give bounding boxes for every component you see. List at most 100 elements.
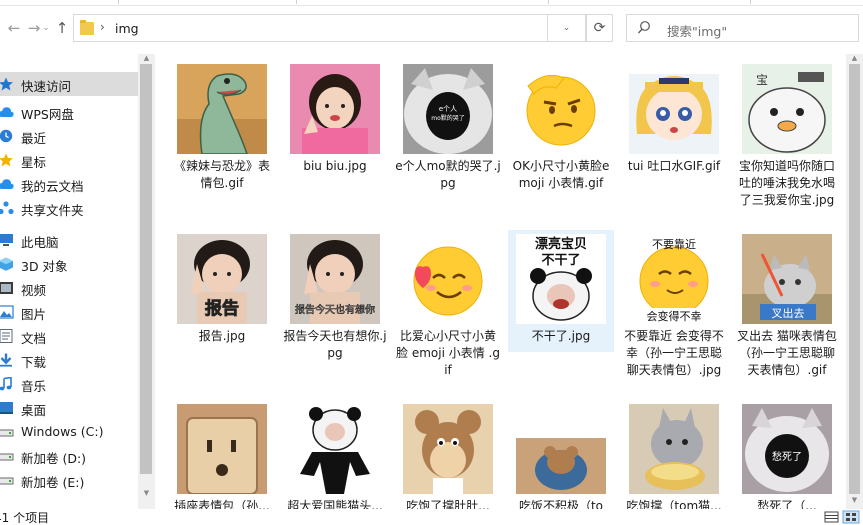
file-name[interactable]: 比爱心小尺寸小黄脸 emoji 小表情 .gif bbox=[395, 328, 501, 379]
sidebar-scrollbar-thumb[interactable] bbox=[140, 64, 152, 474]
file-thumbnail[interactable] bbox=[290, 404, 380, 494]
file-name[interactable]: 不要靠近 会变得不幸（孙一宁王思聪聊天表情包）.jpg bbox=[621, 328, 727, 379]
scroll-up-arrow-icon[interactable]: ▲ bbox=[138, 54, 155, 64]
file-thumbnail[interactable]: 愁死了 bbox=[742, 404, 832, 494]
sidebar-item-label: 最近 bbox=[21, 131, 47, 146]
file-list-scrollbar[interactable]: ▲ ▼ bbox=[846, 54, 863, 509]
document-icon bbox=[0, 329, 14, 343]
sidebar-item-label: 视频 bbox=[21, 283, 47, 298]
file-name[interactable]: e个人mo默的哭了.jpg bbox=[395, 158, 501, 192]
file-thumbnail[interactable] bbox=[629, 64, 719, 154]
file-name[interactable]: 吃饱了撑肚肚... bbox=[395, 498, 501, 509]
search-box[interactable]: 搜索"img" bbox=[626, 14, 859, 42]
file-thumbnail[interactable] bbox=[177, 64, 267, 154]
file-thumbnail[interactable] bbox=[177, 404, 267, 494]
recent-locations-chevron-icon[interactable]: ⌄ bbox=[40, 16, 52, 40]
address-dropdown-chevron-icon[interactable]: ⌄ bbox=[548, 14, 586, 42]
sidebar-item[interactable]: 音乐 bbox=[0, 372, 138, 396]
file-name[interactable]: 插座表情包（孙... bbox=[169, 498, 275, 509]
svg-text:会变得不幸: 会变得不幸 bbox=[647, 309, 702, 323]
sidebar-item-label: 图片 bbox=[21, 307, 47, 322]
up-arrow-icon[interactable]: ↑ bbox=[52, 16, 72, 40]
file-thumbnail[interactable]: 漂亮宝贝 不干了 bbox=[516, 234, 606, 324]
sidebar-item-label: 星标 bbox=[21, 155, 47, 170]
file-name[interactable]: 愁死了（... bbox=[734, 498, 840, 509]
scroll-down-arrow-icon[interactable]: ▼ bbox=[846, 496, 863, 506]
sidebar-item-label: Windows (C:) bbox=[21, 424, 104, 439]
sidebar-item-label: 文档 bbox=[21, 331, 47, 346]
file-explorer-window: ← → ⌄ ↑ › img ⌄ ⟳ 搜索"img" 快速访问 WPS网盘 最近 星标我… bbox=[0, 0, 863, 525]
breadcrumb-current-folder[interactable]: img bbox=[115, 21, 139, 36]
file-name[interactable]: 吃饭不积极（tom... bbox=[508, 498, 614, 509]
sidebar-item-label: 我的云文档 bbox=[21, 179, 84, 194]
file-thumbnail[interactable] bbox=[629, 404, 719, 494]
view-toggle-icons[interactable] bbox=[824, 510, 860, 524]
back-arrow-icon[interactable]: ← bbox=[4, 16, 24, 40]
picture-icon bbox=[0, 305, 14, 319]
search-icon bbox=[638, 21, 650, 34]
file-thumbnail[interactable]: 报告 bbox=[177, 234, 267, 324]
sidebar-item[interactable]: 此电脑 bbox=[0, 228, 138, 252]
file-name[interactable]: tui 吐口水GIF.gif bbox=[621, 158, 727, 175]
file-name[interactable]: 吃饱撑（tom猫... bbox=[621, 498, 727, 509]
sidebar-item[interactable]: 最近 bbox=[0, 124, 138, 148]
sidebar-item[interactable]: 视频 bbox=[0, 276, 138, 300]
sidebar-item-label: 音乐 bbox=[21, 379, 47, 394]
file-name[interactable]: 《辣妹与恐龙》表情包.gif bbox=[169, 158, 275, 192]
svg-text:愁死了: 愁死了 bbox=[772, 450, 802, 463]
sidebar-item[interactable]: 新加卷 (D:) bbox=[0, 444, 138, 468]
file-thumbnail[interactable]: 宝 bbox=[742, 64, 832, 154]
scroll-down-arrow-icon[interactable]: ▼ bbox=[138, 489, 155, 499]
file-name[interactable]: 报告今天也有想你.jpg bbox=[282, 328, 388, 362]
file-name[interactable]: OK小尺寸小黄脸emoji 小表情.gif bbox=[508, 158, 614, 192]
music-icon bbox=[0, 376, 14, 391]
sidebar-item-label: WPS网盘 bbox=[21, 107, 74, 122]
sidebar-item[interactable]: 图片 bbox=[0, 300, 138, 324]
sidebar-item[interactable]: 快速访问 bbox=[0, 72, 138, 96]
file-thumbnail[interactable] bbox=[516, 404, 606, 494]
file-name[interactable]: biu biu.jpg bbox=[282, 158, 388, 175]
sidebar-item[interactable]: 桌面 bbox=[0, 396, 138, 420]
file-name[interactable]: 报告.jpg bbox=[169, 328, 275, 345]
file-list-scrollbar-thumb[interactable] bbox=[849, 64, 860, 494]
svg-text:报告: 报告 bbox=[205, 298, 239, 319]
file-thumbnail[interactable] bbox=[516, 64, 606, 154]
file-thumbnail[interactable]: e个人 mo默的哭了 bbox=[403, 64, 493, 154]
svg-text:不要靠近: 不要靠近 bbox=[652, 237, 696, 251]
sidebar-item[interactable]: 下载 bbox=[0, 348, 138, 372]
sidebar-item[interactable]: 我的云文档 bbox=[0, 172, 138, 196]
file-thumbnail[interactable]: 不要靠近 会变得不幸 bbox=[629, 234, 719, 324]
address-bar[interactable]: › img bbox=[73, 14, 548, 42]
sidebar-item-label: 桌面 bbox=[21, 403, 47, 418]
desktop-icon bbox=[0, 401, 14, 415]
file-name[interactable]: 叉出去 猫咪表情包（孙一宁王思聪聊天表情包）.gif bbox=[734, 328, 840, 379]
sidebar-item-label: 共享文件夹 bbox=[21, 203, 84, 218]
video-icon bbox=[0, 281, 14, 295]
svg-text:漂亮宝贝: 漂亮宝贝 bbox=[535, 236, 587, 252]
sidebar-item[interactable]: 新加卷 (E:) bbox=[0, 468, 138, 492]
file-name[interactable]: 宝你知道吗你随口吐的唾沫我免水喝了三我爱你宝.jpg bbox=[734, 158, 840, 209]
file-name[interactable]: 超大爱国熊猫头... bbox=[282, 498, 388, 509]
sidebar-scrollbar[interactable]: ▲ ▼ bbox=[138, 54, 155, 509]
sidebar-item[interactable]: 共享文件夹 bbox=[0, 196, 138, 220]
cloud-icon bbox=[0, 105, 14, 119]
file-thumbnail[interactable]: 报告今天也有想你 bbox=[290, 234, 380, 324]
sidebar-item[interactable]: 3D 对象 bbox=[0, 252, 138, 276]
sidebar-item-label: 3D 对象 bbox=[21, 259, 68, 274]
sidebar-item[interactable]: Windows (C:) bbox=[0, 420, 138, 444]
file-thumbnail[interactable] bbox=[290, 64, 380, 154]
file-thumbnail[interactable] bbox=[403, 404, 493, 494]
sidebar-item[interactable]: WPS网盘 bbox=[0, 100, 138, 124]
file-thumbnail[interactable]: 叉出去 bbox=[742, 234, 832, 324]
folder-icon bbox=[80, 20, 94, 35]
star-icon bbox=[0, 77, 14, 91]
sidebar-item-label: 新加卷 (D:) bbox=[21, 451, 87, 466]
computer-icon bbox=[0, 233, 14, 247]
file-name[interactable]: 不干了.jpg bbox=[508, 328, 614, 345]
file-thumbnail[interactable] bbox=[403, 234, 493, 324]
clock-icon bbox=[0, 129, 14, 143]
refresh-icon[interactable]: ⟳ bbox=[586, 14, 613, 42]
sidebar-item[interactable]: 星标 bbox=[0, 148, 138, 172]
scroll-up-arrow-icon[interactable]: ▲ bbox=[846, 54, 863, 64]
sidebar-item[interactable]: 文档 bbox=[0, 324, 138, 348]
